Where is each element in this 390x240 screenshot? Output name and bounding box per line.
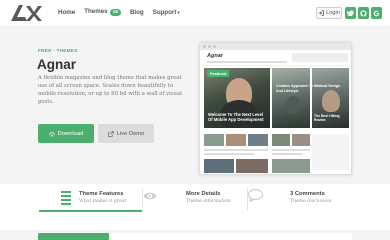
- preview-caption-right: Creative Approach To Minimal Design And …: [276, 84, 341, 93]
- tab-more-details-subtitle: Theme information: [186, 199, 231, 204]
- google-button[interactable]: [371, 7, 382, 19]
- github-icon: [360, 9, 367, 17]
- window-dot: [203, 45, 206, 48]
- list-icon: [61, 191, 71, 205]
- preview-text-line: [272, 149, 310, 151]
- comment-icon: [248, 189, 263, 202]
- window-dot: [208, 45, 211, 48]
- window-dot: [213, 45, 216, 48]
- tab-theme-features-title: Theme Features: [79, 191, 124, 197]
- preview-thumb: [292, 134, 310, 146]
- download-button[interactable]: Download: [38, 124, 94, 143]
- main-menu: Home Themes 18 Blog Support▾: [58, 8, 180, 16]
- preview-photo-face: [322, 90, 340, 112]
- theme-description: A flexible magazine and blog theme that …: [38, 75, 182, 106]
- top-navigation: Home Themes 18 Blog Support▾ Login: [0, 0, 390, 27]
- nav-support-label: Support: [152, 8, 177, 16]
- site-logo[interactable]: [8, 3, 44, 23]
- preview-browser-bar: [200, 43, 351, 50]
- active-tab-indicator: [39, 210, 142, 212]
- tab-comments-subtitle: Theme discussion: [290, 199, 332, 204]
- chevron-down-icon: ▾: [177, 9, 180, 15]
- tab-theme-features[interactable]: Theme Features What makes it great: [39, 186, 142, 212]
- google-icon: [373, 10, 380, 16]
- github-button[interactable]: [358, 7, 369, 19]
- tab-more-details[interactable]: More Details Theme information: [143, 186, 247, 212]
- preview-banner: [292, 53, 348, 62]
- twitter-icon: [347, 10, 354, 16]
- nav-home[interactable]: Home: [58, 9, 75, 16]
- preview-thumb: [204, 159, 234, 173]
- preview-thumb: [272, 134, 290, 146]
- preview-thumb: [204, 134, 224, 146]
- preview-caption-small: The Best Hiking Routes: [314, 114, 340, 123]
- tab-comments[interactable]: 3 Comments Theme discussion: [248, 186, 352, 212]
- nav-themes[interactable]: Themes 18: [84, 8, 121, 16]
- preview-nav: [207, 61, 287, 63]
- twitter-button[interactable]: [345, 7, 356, 19]
- download-label: Download: [57, 130, 84, 137]
- preview-photo-figure: [286, 96, 300, 114]
- preview-caption-main: Welcome To The Next Level Of Mobile App …: [208, 112, 264, 123]
- preview-text-line: [272, 153, 302, 155]
- content-card-header: [38, 233, 109, 240]
- nav-blog[interactable]: Blog: [130, 9, 144, 16]
- live-demo-label: Live Demo: [116, 130, 145, 137]
- preview-secondary-image: [272, 68, 310, 128]
- logo-mark-icon: [11, 5, 42, 21]
- themes-count-badge: 18: [109, 8, 121, 16]
- login-label: Login: [326, 10, 340, 16]
- login-button[interactable]: Login: [316, 7, 342, 19]
- nav-themes-label: Themes: [84, 8, 108, 15]
- eye-icon: [143, 192, 157, 200]
- theme-preview-screenshot: Agnar Featured Welcome To The Next Level…: [199, 42, 352, 175]
- external-link-icon: [107, 130, 114, 137]
- preview-thumb: [272, 159, 310, 173]
- preview-thumb: [236, 159, 268, 173]
- sign-in-icon: [318, 10, 324, 16]
- preview-thumb: [248, 134, 268, 146]
- preview-featured-tag: Featured: [207, 70, 230, 77]
- nav-support[interactable]: Support▾: [153, 9, 180, 16]
- preview-text-line: [204, 153, 254, 155]
- preview-logo: Agnar: [207, 53, 223, 59]
- tab-more-details-title: More Details: [186, 191, 221, 197]
- preview-text-line: [204, 149, 268, 151]
- preview-thumb: [226, 134, 246, 146]
- cloud-download-icon: [48, 131, 55, 137]
- tab-theme-features-subtitle: What makes it great: [79, 199, 127, 204]
- preview-sidebar: [312, 134, 349, 170]
- content-panel: [109, 233, 352, 240]
- page-title: Agnar: [37, 57, 77, 72]
- tab-comments-title: 3 Comments: [290, 191, 325, 197]
- breadcrumb[interactable]: FREE · THEMES: [38, 49, 78, 54]
- live-demo-button[interactable]: Live Demo: [98, 124, 154, 143]
